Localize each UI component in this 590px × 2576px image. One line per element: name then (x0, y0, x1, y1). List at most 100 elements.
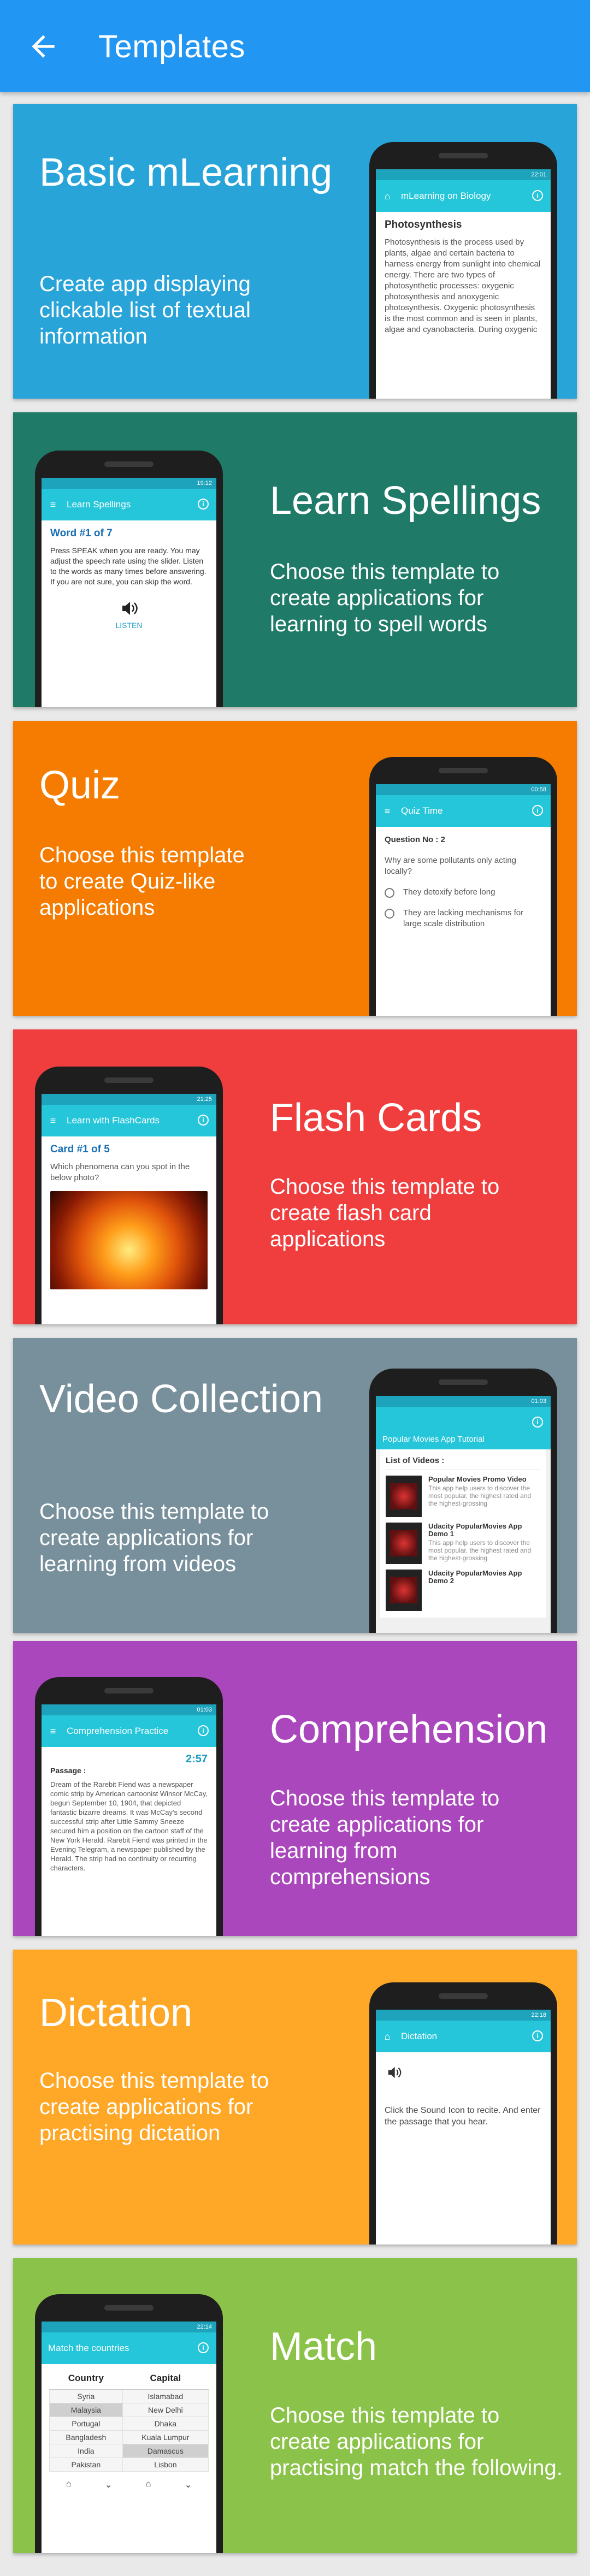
preview-body: Click the Sound Icon to recite. And ente… (385, 2106, 541, 2127)
card-description: Choose this template to create applicati… (39, 2069, 269, 2145)
template-card-basic-mlearning[interactable]: Basic mLearning Create app displaying cl… (13, 104, 577, 399)
table-row: Syria Islamabad (49, 2389, 209, 2403)
template-card-match[interactable]: 22:14 Match the countries i Country Capi… (13, 2258, 577, 2553)
preview-toolbar-title: Comprehension Practice (67, 1726, 169, 1736)
sun-photo-image (50, 1191, 208, 1289)
page-title: Templates (98, 29, 245, 64)
status-bar-time: 19:12 (42, 478, 216, 489)
phone-preview: 01:03 Popular Movies App Tutorial i List… (369, 1369, 557, 1633)
radio-icon (385, 909, 394, 919)
template-card-dictation[interactable]: Dictation Choose this template to create… (13, 1950, 577, 2245)
home-icon: ⌂ (384, 190, 391, 202)
chevron-down-icon: ⌄ (184, 2480, 192, 2490)
card-title: Dictation (39, 1991, 193, 2035)
preview-toolbar: ≡ Comprehension Practice i (42, 1715, 216, 1747)
card-title: Match (270, 2325, 377, 2368)
video-thumbnail (386, 1523, 422, 1564)
preview-body: Which phenomena can you spot in the belo… (50, 1162, 190, 1182)
home-icon: ⌂ (145, 2479, 151, 2489)
quiz-option: They are lacking mechanisms for large sc… (385, 908, 542, 929)
preview-toolbar-title: Popular Movies App Tutorial (382, 1435, 485, 1444)
card-description: Choose this template to create applicati… (270, 560, 500, 636)
phone-preview: 00:58 ≡ Quiz Time i Question No : 2 Why … (369, 757, 557, 1016)
preview-toolbar-title: mLearning on Biology (401, 191, 491, 201)
phone-preview: 22:18 ⌂ Dictation i Click the Sound Icon… (369, 1982, 557, 2245)
timer: 2:57 (185, 1753, 208, 1765)
preview-toolbar-title: Dictation (401, 2031, 438, 2041)
card-description: Create app displaying clickable list of … (39, 272, 251, 348)
menu-icon: ≡ (50, 499, 56, 510)
card-description: Choose this template to create applicati… (39, 1500, 269, 1576)
card-description: Choose this template to create Quiz-like… (39, 843, 245, 920)
card-description: Choose this template to create applicati… (270, 1786, 500, 1889)
preview-toolbar: ⌂ mLearning on Biology i (376, 180, 551, 212)
table-row: Portugal Dhaka (49, 2417, 209, 2431)
preview-toolbar: ⌂ Dictation i (376, 2021, 551, 2052)
card-title: Video Collection (39, 1377, 323, 1421)
card-description: Choose this template to create flash car… (270, 1175, 500, 1251)
listen-label: LISTEN (115, 621, 143, 630)
preview-toolbar-title: Learn Spellings (67, 499, 131, 510)
menu-icon: ≡ (384, 805, 391, 816)
preview-heading: Question No : 2 (385, 835, 445, 844)
card-description: Choose this template to create applicati… (270, 2403, 563, 2480)
table-row: Bangladesh Kuala Lumpur (49, 2430, 209, 2444)
table-row: Pakistan Lisbon (49, 2457, 209, 2472)
status-bar-time: 22:18 (376, 2010, 551, 2021)
quiz-option: They detoxify before long (385, 887, 542, 898)
match-table: Country Capital Syria Islamabad Malaysia N… (49, 2368, 209, 2472)
preview-body: Photosynthesis is the process used by pl… (385, 238, 541, 334)
info-icon: i (198, 1115, 209, 1126)
column-header: Country (49, 2368, 123, 2390)
preview-heading: Word #1 of 7 (50, 528, 113, 539)
menu-icon: ≡ (50, 1725, 56, 1737)
info-icon: i (198, 1725, 209, 1736)
home-icon: ⌂ (66, 2479, 72, 2489)
card-title: Quiz (39, 763, 121, 807)
preview-question: Why are some pollutants only acting loca… (385, 856, 516, 876)
list-item: Udacity PopularMovies App Demo 1 This app… (386, 1523, 541, 1564)
chevron-down-icon: ⌄ (104, 2480, 113, 2490)
info-icon: i (198, 499, 209, 510)
preview-toolbar: ≡ Learn Spellings i (42, 489, 216, 520)
preview-heading: Photosynthesis (385, 219, 462, 230)
info-icon: i (532, 2030, 543, 2041)
sound-icon (385, 2065, 542, 2083)
preview-toolbar-title: Learn with FlashCards (67, 1115, 160, 1126)
preview-toolbar: ≡ Learn with FlashCards i (42, 1105, 216, 1136)
preview-heading: Passage : (50, 1766, 86, 1775)
back-button[interactable] (26, 29, 60, 63)
video-thumbnail (386, 1570, 422, 1611)
phone-preview: 21:25 ≡ Learn with FlashCards i Card #1 … (35, 1067, 223, 1324)
arrow-back-icon (32, 35, 55, 58)
template-card-flash-cards[interactable]: 21:25 ≡ Learn with FlashCards i Card #1 … (13, 1029, 577, 1324)
table-row: India Damascus (49, 2444, 209, 2458)
info-icon: i (532, 1417, 543, 1428)
status-bar-time: 00:58 (376, 784, 551, 795)
card-title: Learn Spellings (270, 479, 541, 523)
preview-toolbar: ≡ Quiz Time i (376, 795, 551, 827)
template-card-quiz[interactable]: Quiz Choose this template to create Quiz… (13, 721, 577, 1016)
menu-icon: ≡ (50, 1115, 56, 1126)
phone-preview: 22:01 ⌂ mLearning on Biology i Photosynt… (369, 142, 557, 399)
info-icon: i (532, 805, 543, 816)
home-icon: ⌂ (384, 2030, 391, 2042)
status-bar-time: 01:03 (376, 1396, 551, 1407)
table-row: Malaysia New Delhi (49, 2403, 209, 2417)
card-title: Comprehension (270, 1708, 548, 1751)
status-bar-time: 22:01 (376, 169, 551, 180)
template-card-video-collection[interactable]: Video Collection Choose this template to… (13, 1338, 577, 1633)
info-icon: i (198, 2342, 209, 2353)
phone-preview: 22:14 Match the countries i Country Capi… (35, 2294, 223, 2553)
preview-body: Dream of the Rarebit Fiend was a newspap… (50, 1780, 208, 1872)
template-card-learn-spellings[interactable]: 19:12 ≡ Learn Spellings i Word #1 of 7 P… (13, 412, 577, 707)
template-card-comprehension[interactable]: 01:03 ≡ Comprehension Practice i 2:57 Pa… (13, 1641, 577, 1936)
preview-toolbar-title: Match the countries (48, 2343, 129, 2353)
preview-toolbar-title: Quiz Time (401, 806, 443, 816)
preview-toolbar: Popular Movies App Tutorial i (376, 1407, 551, 1449)
card-title: Basic mLearning (39, 151, 333, 194)
column-header: Capital (122, 2368, 209, 2390)
nav-icons: ⌂ ⌄ ⌂ ⌄ (49, 2479, 209, 2490)
status-bar-time: 21:25 (42, 1094, 216, 1105)
preview-heading: Card #1 of 5 (50, 1144, 110, 1155)
